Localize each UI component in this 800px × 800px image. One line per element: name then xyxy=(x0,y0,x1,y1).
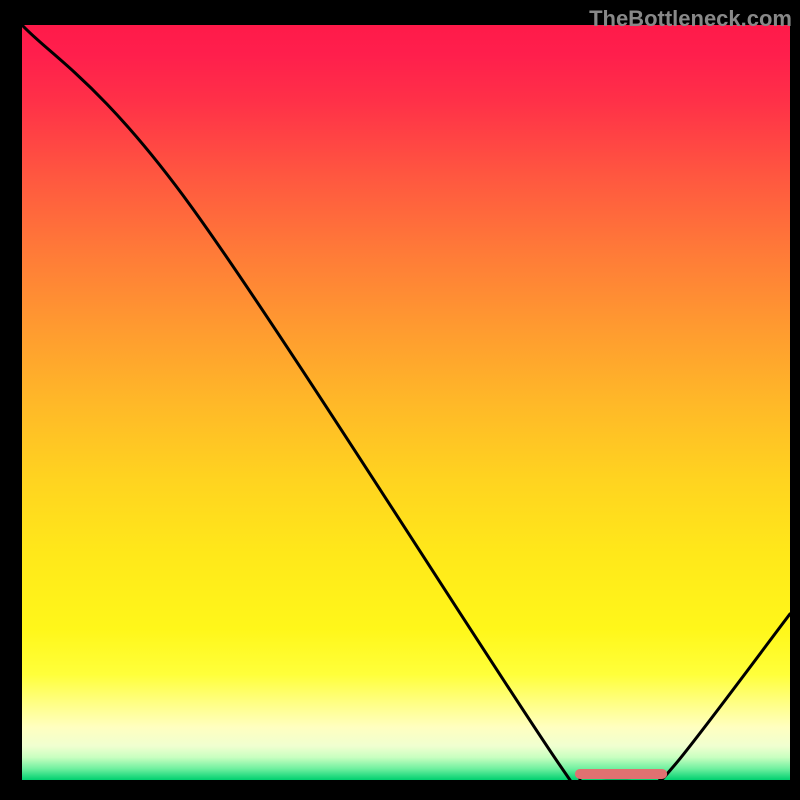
chart-container: TheBottleneck.com xyxy=(0,0,800,800)
minimum-marker xyxy=(575,769,667,779)
plot-area xyxy=(22,25,790,780)
chart-svg xyxy=(22,25,790,780)
watermark-text: TheBottleneck.com xyxy=(589,6,792,32)
